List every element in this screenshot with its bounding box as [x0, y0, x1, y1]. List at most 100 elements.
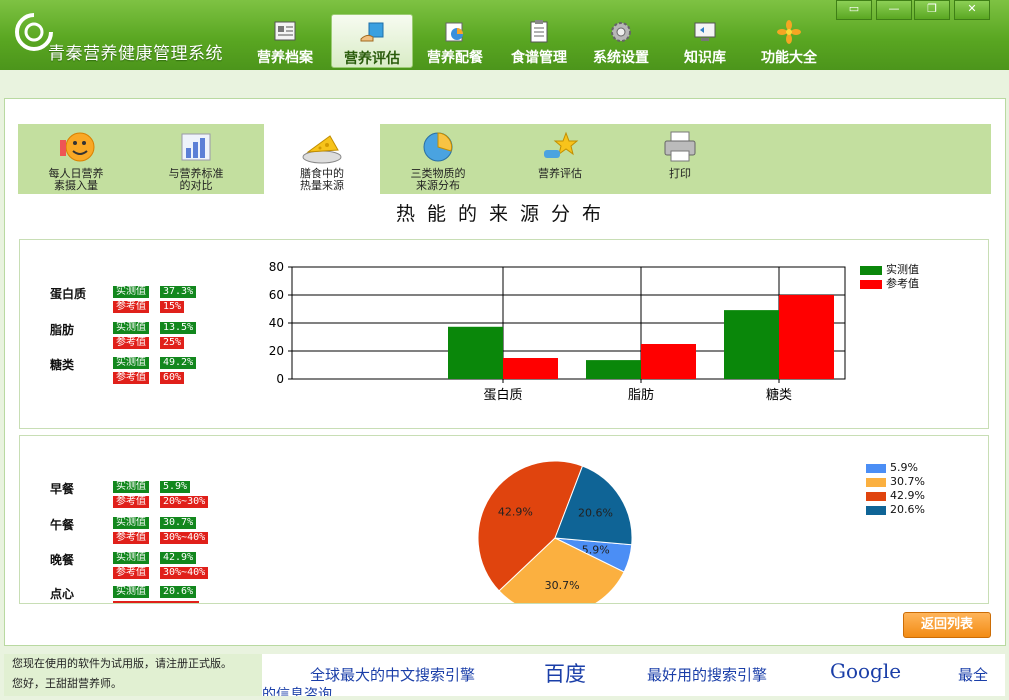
nav-label: 营养档案	[257, 50, 313, 66]
bar	[586, 360, 641, 379]
nav-label: 功能大全	[761, 50, 817, 66]
legend-label: 42.9%	[890, 489, 925, 502]
sub-tabs: 每人日营养 素摄入量 与营养标准 的对比 膳食中的 热量来源 三类物质的 来源分…	[18, 124, 991, 194]
measured-label: 实测值	[113, 286, 149, 298]
reference-value: 25%	[160, 337, 185, 349]
star-hand-icon	[544, 131, 579, 158]
pie-legend-item: 5.9%	[866, 461, 918, 474]
meal-plan-icon	[445, 22, 463, 42]
legend-swatch	[866, 505, 886, 515]
evaluation-icon	[360, 22, 384, 42]
ticker-link[interactable]: 百度	[544, 658, 586, 688]
app-title: 青秦营养健康管理系统	[48, 44, 223, 64]
pie-legend-item: 30.7%	[866, 475, 925, 488]
tab-daily-intake[interactable]: 每人日营养 素摄入量	[18, 124, 134, 194]
nav-label: 营养配餐	[427, 50, 483, 66]
cheese-icon	[302, 135, 342, 164]
nav-label: 系统设置	[593, 50, 649, 66]
pie-chart: 5.9%30.7%42.9% 20.6%	[477, 460, 633, 603]
measured-label: 实测值	[113, 552, 149, 564]
legend-label: 30.7%	[890, 475, 925, 488]
bar	[724, 310, 779, 379]
bar	[779, 295, 834, 379]
reference-label: 参考值	[113, 301, 149, 313]
ticker-link[interactable]: 最全	[958, 664, 988, 685]
minimize-button[interactable]: —	[876, 0, 912, 20]
ticker-link[interactable]: 全球最大的中文搜索引擎	[310, 664, 475, 685]
nav-evaluation[interactable]: 营养评估	[331, 14, 413, 68]
y-tick-label: 60	[269, 288, 284, 302]
nav-settings[interactable]: 系统设置	[581, 14, 661, 66]
y-tick-label: 20	[269, 344, 284, 358]
archive-icon	[274, 21, 296, 41]
reference-label: 参考值	[113, 372, 149, 384]
close-button[interactable]: ✕	[954, 0, 990, 20]
menu-window-button[interactable]: ▭	[836, 0, 872, 20]
reference-value: 60%	[160, 372, 185, 384]
bar-chart: 0 20 40 60 80 蛋白质 脂肪 糖类	[269, 260, 846, 403]
meal-name: 晚餐	[50, 553, 75, 567]
legend-swatch	[866, 463, 886, 473]
pie-slice-label: 42.9%	[498, 505, 533, 518]
tab-label: 三类物质的 来源分布	[410, 167, 466, 192]
tab-label: 营养评估	[538, 167, 582, 180]
restore-button[interactable]: ❐	[914, 0, 950, 20]
ticker-link[interactable]: 的信息咨询	[262, 684, 332, 696]
meal-name: 早餐	[50, 482, 75, 496]
nav-meal-plan[interactable]: 营养配餐	[415, 14, 495, 66]
tab-label: 膳食中的 热量来源	[300, 167, 344, 192]
nav-label: 营养评估	[344, 51, 400, 67]
app-header: 青秦营养健康管理系统 营养档案 营养评估 营养配餐 食谱管理 系统设置 知识库	[0, 0, 1009, 70]
gear-icon	[611, 22, 631, 42]
legend-label: 参考值	[886, 277, 919, 290]
x-tick-label: 脂肪	[628, 387, 654, 403]
legend-swatch	[866, 477, 886, 487]
reference-label: 参考值	[113, 496, 149, 508]
tab-label: 每人日营养 素摄入量	[48, 167, 104, 192]
tab-label: 与营养标准 的对比	[168, 167, 224, 192]
pie-slice-label: 20.6%	[578, 507, 613, 520]
nav-recipe[interactable]: 食谱管理	[499, 14, 579, 66]
legend-swatch	[860, 265, 882, 275]
flower-icon	[777, 20, 801, 44]
meal-name: 点心	[50, 587, 75, 601]
tab-nutrition-evaluation[interactable]: 营养评估	[502, 124, 618, 194]
nutrient-name: 脂肪	[50, 323, 75, 337]
measured-label: 实测值	[113, 517, 149, 529]
recipe-icon	[530, 20, 548, 43]
legend-label: 5.9%	[890, 461, 918, 474]
tab-label: 打印	[669, 167, 691, 180]
legend-swatch	[860, 279, 882, 289]
x-tick-label: 糖类	[766, 387, 792, 403]
nutrient-name: 蛋白质	[50, 287, 87, 301]
smiley-icon	[60, 132, 95, 162]
measured-label: 实测值	[113, 586, 149, 598]
measured-value: 20.6%	[160, 586, 197, 598]
ticker-link[interactable]: Google	[830, 659, 901, 683]
nav-label: 知识库	[684, 50, 726, 66]
nav-archive[interactable]: 营养档案	[245, 14, 325, 66]
nutrient-name: 糖类	[50, 358, 75, 372]
back-to-list-button[interactable]: 返回列表	[903, 612, 991, 638]
tab-print[interactable]: 打印	[622, 124, 738, 194]
nav-functions[interactable]: 功能大全	[749, 14, 829, 66]
ticker-link[interactable]: 最好用的搜索引擎	[647, 664, 767, 685]
measured-value: 13.5%	[160, 322, 197, 334]
measured-value: 37.3%	[160, 286, 197, 298]
reference-value: 30%~40%	[160, 567, 209, 579]
reference-value: 30%~40%	[160, 532, 209, 544]
tab-substance-distribution[interactable]: 三类物质的 来源分布	[380, 124, 496, 194]
measured-label: 实测值	[113, 322, 149, 334]
nav-knowledge[interactable]: 知识库	[665, 14, 745, 66]
measured-value: 5.9%	[160, 481, 191, 493]
tab-heat-source[interactable]: 膳食中的 热量来源	[264, 124, 380, 194]
news-ticker: 全球最大的中文搜索引擎 百度 最好用的搜索引擎 Google 最全 的信息咨询	[262, 654, 1005, 696]
trial-notice: 您现在使用的软件为试用版，请注册正式版。	[12, 657, 232, 670]
legend-swatch	[866, 491, 886, 501]
measured-value: 30.7%	[160, 517, 197, 529]
measured-label: 实测值	[113, 481, 149, 493]
measured-label: 实测值	[113, 357, 149, 369]
legend-label: 20.6%	[890, 503, 925, 516]
reference-value: 20%~30%	[160, 496, 209, 508]
tab-standard-compare[interactable]: 与营养标准 的对比	[138, 124, 254, 194]
